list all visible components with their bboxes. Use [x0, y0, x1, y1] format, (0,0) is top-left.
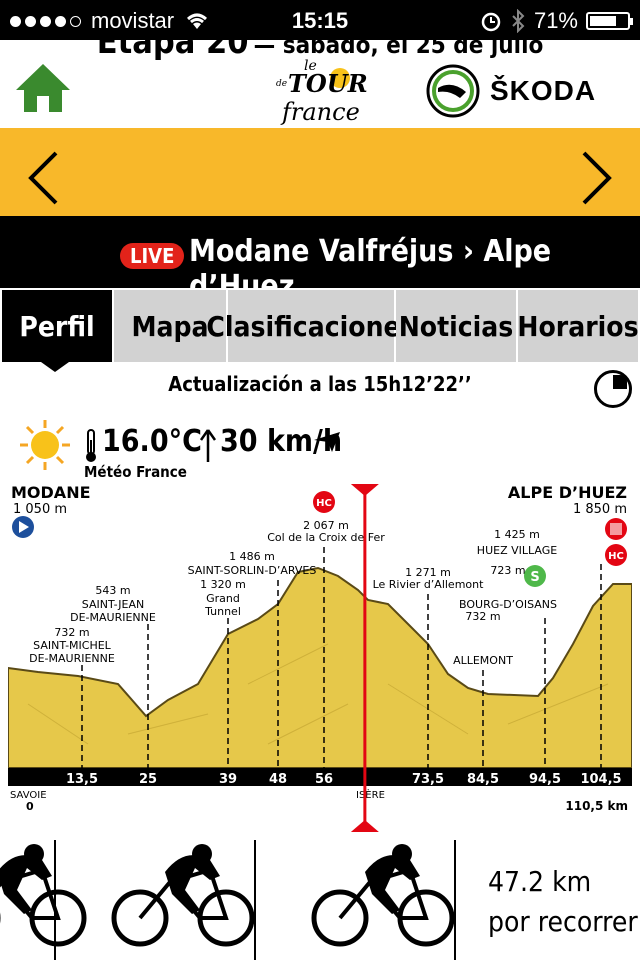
- remaining-label: por recorrer: [488, 905, 638, 938]
- update-time: Actualización a las 15h12’22’’: [168, 372, 472, 396]
- km-mark: 48: [269, 772, 287, 787]
- stage-profile[interactable]: MODANE 1 050 m ALPE D’HUEZ 1 850 m 732 m…: [8, 484, 632, 814]
- waypoint-altitude: 1 425 m: [494, 528, 540, 541]
- hc-label: HC: [316, 498, 332, 509]
- km-mark: 73,5: [412, 772, 444, 787]
- waypoint-name: SAINT-JEAN: [82, 598, 144, 611]
- km-mark: 13,5: [66, 772, 98, 787]
- waypoint-altitude: 732 m: [54, 626, 89, 639]
- waypoint-altitude: 732 m: [465, 610, 500, 623]
- tab-perfil[interactable]: Perfil: [2, 290, 112, 362]
- tab-bar: Perfil Mapa Clasificaciones Noticias Hor…: [0, 290, 640, 362]
- chevron-right-icon[interactable]: [580, 150, 614, 206]
- checkered-flag-icon: [610, 523, 622, 535]
- waypoint-altitude: 1 320 m: [200, 578, 246, 591]
- tab-horarios[interactable]: Horarios: [517, 290, 639, 362]
- waypoint-name: BOURG-D’OISANS: [459, 598, 557, 611]
- km-mark: 104,5: [580, 772, 621, 787]
- home-icon[interactable]: [14, 62, 72, 114]
- waypoint-altitude: 1 486 m: [229, 550, 275, 563]
- rider-icon: [114, 844, 252, 944]
- weather-source: Météo France: [84, 463, 187, 481]
- finish-name: ALPE D’HUEZ: [508, 484, 627, 502]
- waypoint-name: SAINT-SORLIN-D’ARVES: [188, 564, 317, 577]
- region-label: ISÈRE: [356, 788, 385, 801]
- start-altitude: 1 050 m: [13, 502, 67, 517]
- sprint-label: S: [530, 570, 539, 585]
- tab-noticias[interactable]: Noticias: [396, 290, 516, 362]
- wind-direction-icon: [199, 429, 217, 462]
- finish-altitude: 1 850 m: [573, 502, 627, 517]
- km-mark: 84,5: [467, 772, 499, 787]
- waypoint-name: Grand: [206, 592, 240, 605]
- stage-number: Etapa 20: [96, 22, 249, 62]
- waypoint-name: ALLEMONT: [453, 654, 513, 667]
- rider-icon: [314, 844, 452, 944]
- race-position-marker-bottom: [350, 814, 379, 832]
- temperature: 16.0°C: [102, 424, 202, 459]
- stage-title: Etapa 20 — sábado, el 25 de julio: [0, 22, 640, 62]
- remaining-km: 47.2 km: [488, 865, 592, 898]
- waypoint-name-line2: DE-MAURIENNE: [70, 611, 156, 624]
- start-km: 0: [26, 800, 34, 813]
- total-distance: 110,5 km: [565, 799, 628, 813]
- waypoint-name: Col de la Croix de Fer: [267, 531, 385, 544]
- remaining-distance: 47.2 km por recorrer: [488, 862, 638, 942]
- km-mark: 39: [219, 772, 237, 787]
- svg-text:france: france: [280, 98, 360, 126]
- hc-label-finish: HC: [608, 551, 624, 562]
- active-tab-pointer: [41, 362, 69, 372]
- svg-text:TOUR: TOUR: [288, 69, 368, 98]
- skoda-logo-icon: [426, 64, 480, 118]
- waypoint-name: Le Rivier d’Allemont: [373, 578, 485, 591]
- svg-text:de: de: [276, 79, 287, 89]
- live-badge: LIVE: [120, 243, 185, 269]
- km-mark: 94,5: [529, 772, 561, 787]
- chevron-left-icon[interactable]: [26, 150, 60, 206]
- stage-date: — sábado, el 25 de julio: [253, 31, 544, 59]
- sponsor-name: ŠKODA: [490, 75, 597, 106]
- sun-icon: [20, 420, 70, 470]
- skoda-sponsor[interactable]: ŠKODA: [426, 64, 596, 118]
- waypoint-name-line2: Tunnel: [204, 605, 241, 618]
- waypoint-altitude: 723 m: [490, 564, 525, 577]
- rider-icon: [0, 844, 84, 944]
- waypoint-name: SAINT-MICHEL: [33, 639, 112, 652]
- waypoint-name: HUEZ VILLAGE: [477, 544, 557, 557]
- wind-arrow-icon: [314, 432, 340, 452]
- stage-bar: [0, 128, 640, 216]
- refresh-icon[interactable]: [594, 370, 632, 408]
- thermometer-icon: [86, 429, 96, 462]
- km-mark: 25: [139, 772, 157, 787]
- tab-clasificaciones[interactable]: Clasificaciones: [206, 290, 416, 362]
- km-mark: 56: [315, 772, 333, 787]
- waypoint-altitude: 543 m: [95, 584, 130, 597]
- waypoint-name-line2: DE-MAURIENNE: [29, 652, 115, 665]
- start-name: MODANE: [11, 484, 91, 502]
